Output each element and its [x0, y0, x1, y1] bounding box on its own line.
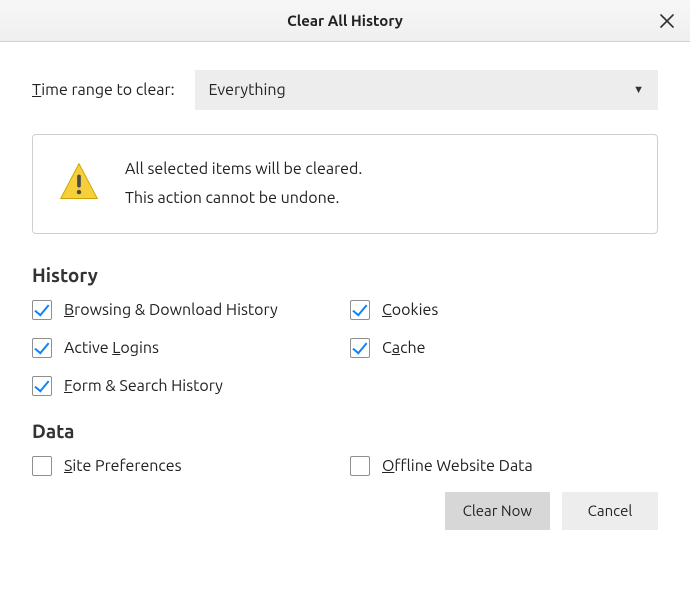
checkbox-browsing-history[interactable]: Browsing & Download History	[32, 300, 340, 320]
warning-text: All selected items will be cleared. This…	[125, 155, 362, 213]
warning-box: All selected items will be cleared. This…	[32, 134, 658, 234]
checkbox-icon	[350, 300, 370, 320]
time-range-row: Time range to clear: Everything ▼	[32, 70, 658, 110]
checkbox-icon	[32, 376, 52, 396]
dialog-title: Clear All History	[287, 12, 403, 29]
checkbox-active-logins[interactable]: Active Logins	[32, 338, 340, 358]
history-options: Browsing & Download History Cookies Acti…	[32, 300, 658, 396]
warning-icon	[57, 160, 101, 208]
titlebar: Clear All History	[0, 0, 690, 42]
button-row: Clear Now Cancel	[32, 492, 658, 530]
time-range-label: Time range to clear:	[32, 81, 175, 99]
checkbox-icon	[32, 300, 52, 320]
accesskey: T	[32, 81, 41, 99]
dialog-content: Time range to clear: Everything ▼ All se…	[0, 42, 690, 552]
time-range-select[interactable]: Everything ▼	[195, 70, 658, 110]
warning-line-2: This action cannot be undone.	[125, 184, 362, 213]
section-data: Data	[32, 420, 658, 442]
checkbox-icon	[350, 456, 370, 476]
close-icon	[660, 14, 674, 28]
checkbox-icon	[32, 338, 52, 358]
checkbox-cache[interactable]: Cache	[350, 338, 658, 358]
time-range-value: Everything	[209, 81, 286, 99]
section-history: History	[32, 264, 658, 286]
checkbox-form-history[interactable]: Form & Search History	[32, 376, 340, 396]
close-button[interactable]	[654, 8, 680, 34]
checkbox-icon	[350, 338, 370, 358]
checkbox-icon	[32, 456, 52, 476]
chevron-down-icon: ▼	[633, 84, 644, 96]
warning-line-1: All selected items will be cleared.	[125, 155, 362, 184]
checkbox-offline-data[interactable]: Offline Website Data	[350, 456, 658, 476]
checkbox-cookies[interactable]: Cookies	[350, 300, 658, 320]
clear-now-button[interactable]: Clear Now	[445, 492, 550, 530]
data-options: Site Preferences Offline Website Data	[32, 456, 658, 476]
checkbox-site-preferences[interactable]: Site Preferences	[32, 456, 340, 476]
cancel-button[interactable]: Cancel	[562, 492, 658, 530]
